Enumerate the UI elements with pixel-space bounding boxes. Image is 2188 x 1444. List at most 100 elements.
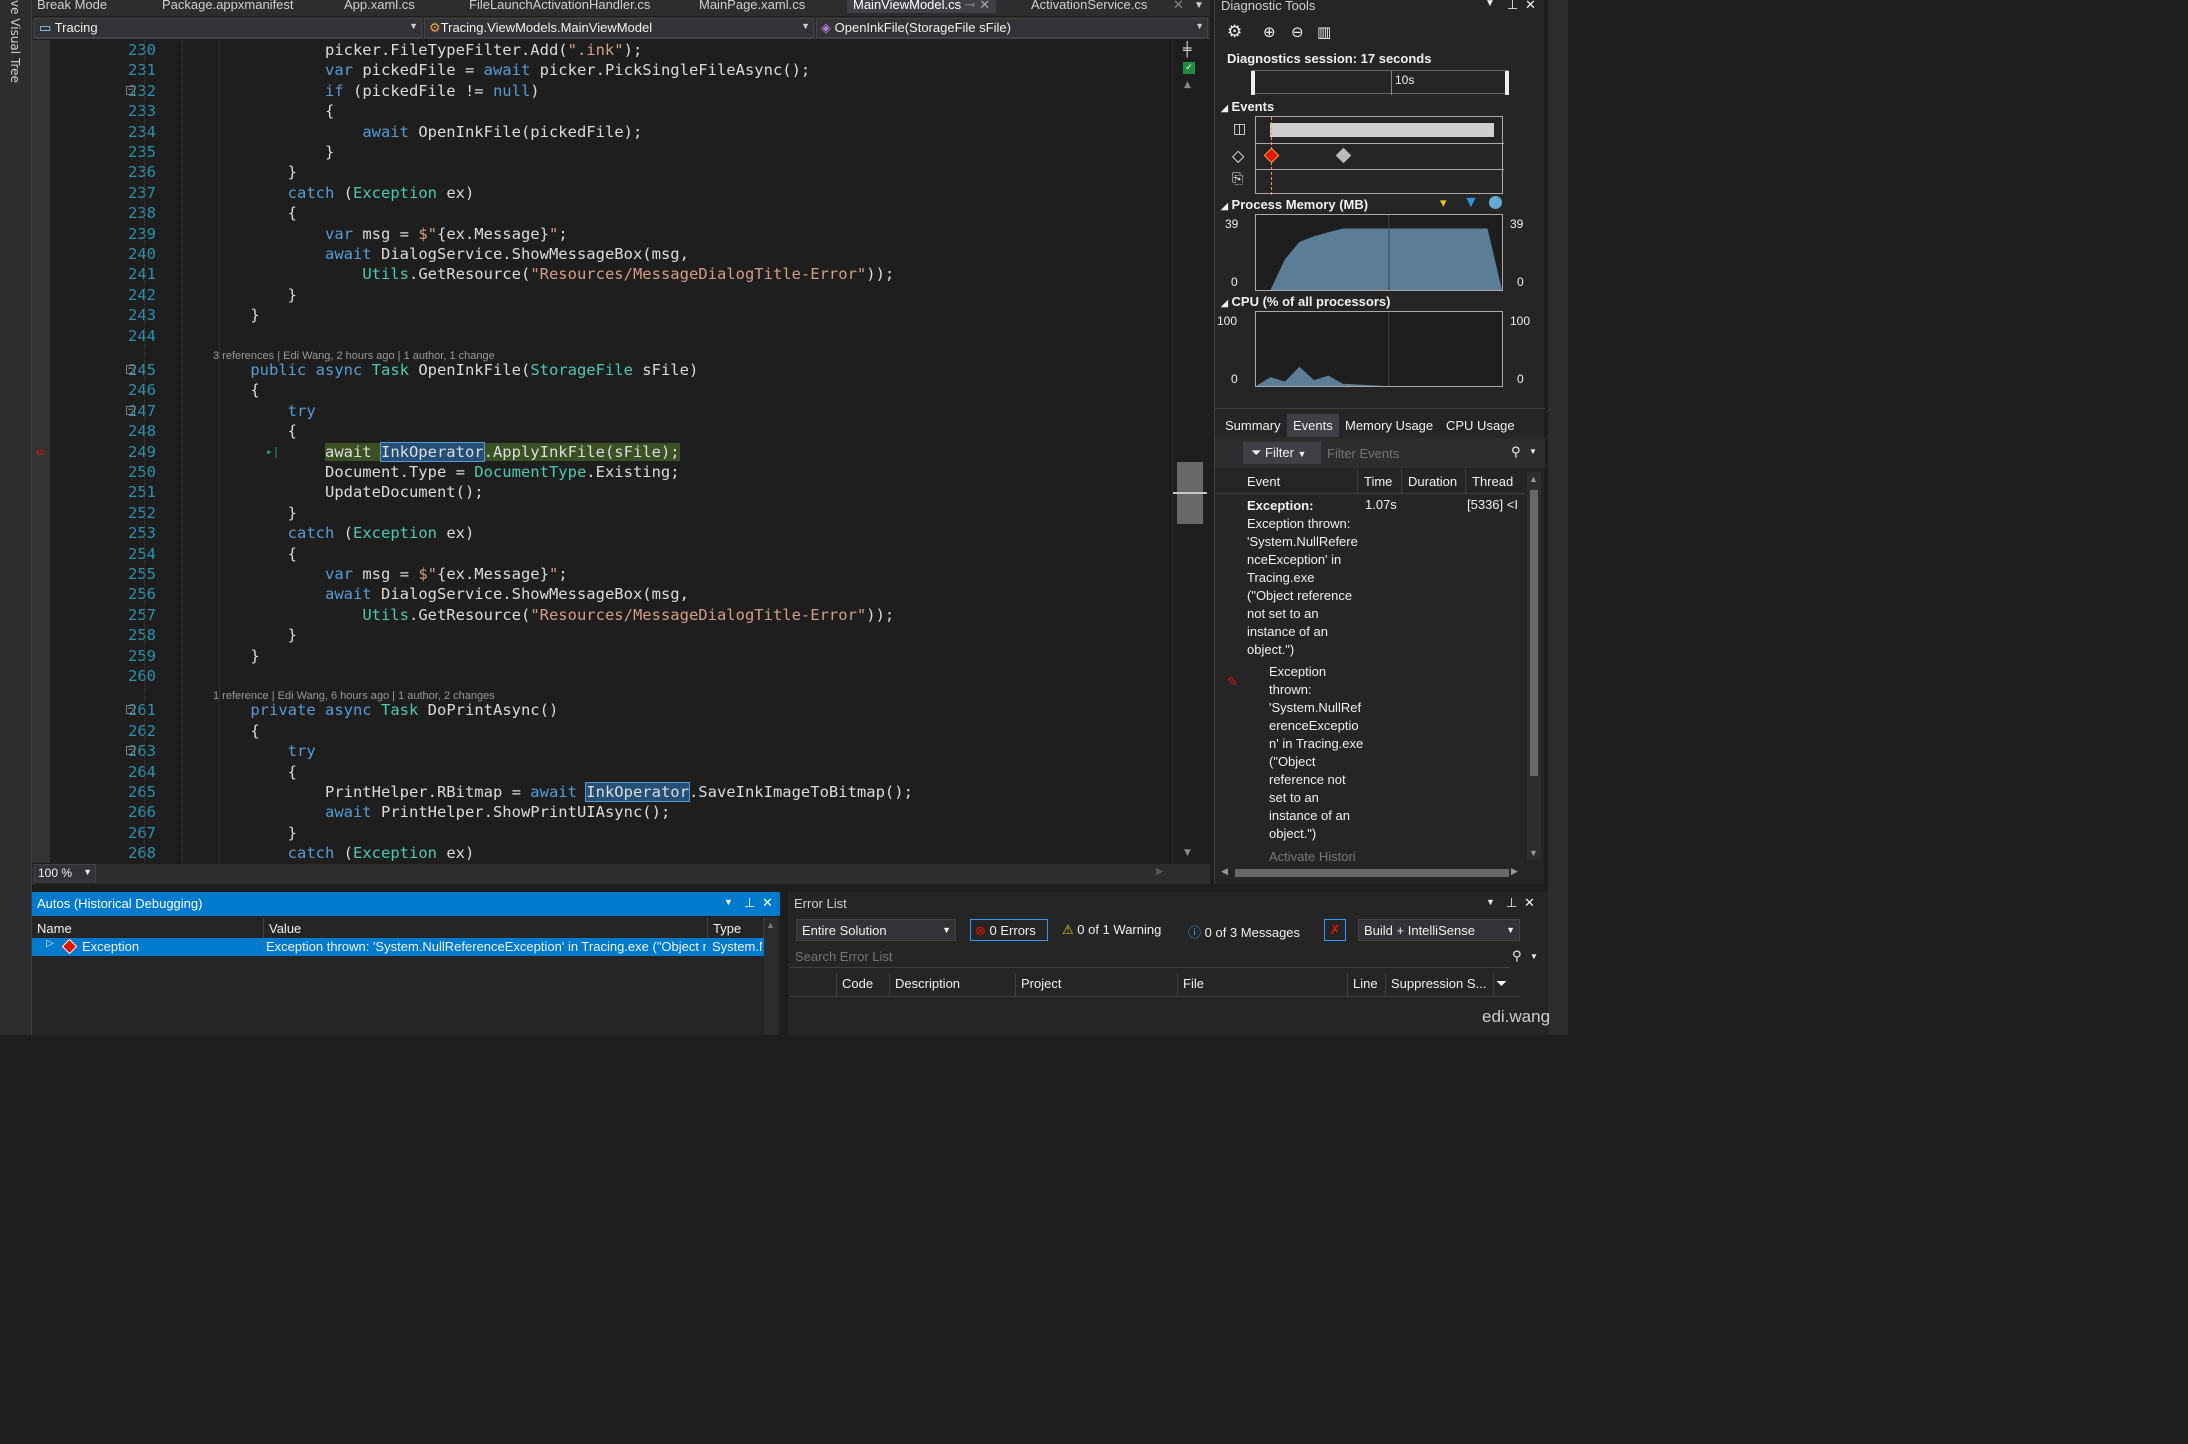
code-line[interactable]: 247− try	[32, 401, 1172, 421]
column-value[interactable]: Value	[264, 918, 708, 940]
code-line[interactable]: 231 var pickedFile = await picker.PickSi…	[32, 60, 1172, 80]
code-line[interactable]: 249 ▸| await InkOperator.ApplyInkFile(sFi…	[32, 441, 1172, 462]
scope-dropdown[interactable]: Entire Solution ▼	[796, 919, 956, 941]
column-line[interactable]: Line	[1348, 973, 1386, 997]
collapse-toggle-icon[interactable]: −	[126, 705, 135, 715]
code-line[interactable]: 255 var msg = $"{ex.Message}";	[32, 564, 1172, 584]
code-line[interactable]: 239 var msg = $"{ex.Message}";	[32, 224, 1172, 244]
collapse-toggle-icon[interactable]: −	[126, 85, 135, 95]
code-line[interactable]: 248 {	[32, 421, 1172, 441]
code-line[interactable]: 234 await OpenInkFile(pickedFile);	[32, 122, 1172, 142]
zoom-in-icon[interactable]: ⊕	[1263, 23, 1276, 41]
scroll-up-icon[interactable]: ▲	[1184, 80, 1191, 90]
scroll-right-icon[interactable]: ▶	[1156, 866, 1164, 877]
filter-events-input[interactable]	[1327, 442, 1527, 464]
tab-mainviewmodel-cs[interactable]: MainViewModel.cs ⊸ ✕	[847, 0, 997, 13]
autos-row-exception[interactable]: ▷ Exception Exception thrown: 'System.Nu…	[32, 938, 764, 956]
column-file[interactable]: File	[1178, 973, 1348, 997]
code-line[interactable]: 263− try	[32, 741, 1172, 761]
code-line[interactable]: 252 }	[32, 503, 1172, 523]
scrollbar-thumb[interactable]	[1235, 869, 1509, 877]
tab-activationservice-cs[interactable]: ActivationService.cs	[1031, 0, 1147, 12]
code-line[interactable]: 259 }	[32, 646, 1172, 666]
code-editor[interactable]: 230 picker.FileTypeFilter.Add(".ink"); 23…	[32, 40, 1172, 863]
code-line[interactable]: 241 Utils.GetResource("Resources/Message…	[32, 264, 1172, 284]
collapse-toggle-icon[interactable]: −	[126, 365, 135, 374]
code-line[interactable]: 262 {	[32, 721, 1172, 741]
code-line[interactable]: 246 {	[32, 380, 1172, 400]
timeline-start-handle[interactable]	[1251, 71, 1255, 95]
event-marker[interactable]	[1335, 147, 1352, 164]
search-icon[interactable]: ⚲	[1512, 948, 1522, 964]
scroll-down-icon[interactable]: ▼	[1529, 848, 1538, 858]
pin-icon[interactable]: ⊥	[1506, 895, 1517, 911]
timeline-end-handle[interactable]	[1505, 71, 1509, 95]
code-line[interactable]: 258 }	[32, 625, 1172, 645]
column-thread[interactable]: Thread	[1465, 470, 1519, 494]
search-icon[interactable]: ⚲	[1511, 444, 1521, 460]
tab-events[interactable]: Events	[1287, 414, 1339, 437]
timeline-ruler[interactable]: 10s	[1251, 70, 1509, 95]
code-line[interactable]: 243 }	[32, 305, 1172, 325]
project-dropdown[interactable]: ▭ Tracing ▼	[34, 18, 422, 38]
code-line[interactable]: 267 }	[32, 823, 1172, 843]
tab-overflow-dropdown-icon[interactable]: ▼	[1194, 0, 1204, 11]
scrollbar-thumb[interactable]	[1530, 490, 1538, 776]
code-line[interactable]: 237 catch (Exception ex)	[32, 183, 1172, 203]
filter-funnel-icon[interactable]: ⏷	[1496, 975, 1507, 992]
reset-view-icon[interactable]: ▥	[1317, 23, 1331, 41]
code-line[interactable]: 268 catch (Exception ex)	[32, 843, 1172, 863]
column-project[interactable]: Project	[1016, 973, 1178, 997]
code-line[interactable]: 256 await DialogService.ShowMessageBox(m…	[32, 584, 1172, 604]
clear-filter-icon[interactable]: ✗	[1324, 919, 1346, 941]
code-line[interactable]: 230 picker.FileTypeFilter.Add(".ink");	[32, 40, 1172, 60]
column-duration[interactable]: Duration	[1401, 470, 1463, 494]
exception-event-marker[interactable]	[1263, 147, 1280, 164]
tab-mainpage-xaml-cs[interactable]: MainPage.xaml.cs	[699, 0, 805, 12]
editor-vertical-scrollbar[interactable]: ╪ ✓ ▲ ▼	[1172, 40, 1208, 863]
panel-menu-icon[interactable]: ▼	[724, 897, 733, 907]
code-line[interactable]: 236 }	[32, 162, 1172, 182]
panel-menu-icon[interactable]: ▼	[1486, 897, 1495, 907]
column-code[interactable]: Code	[836, 973, 890, 997]
cpu-section-header[interactable]: ◢ CPU (% of all processors)	[1221, 294, 1390, 309]
cpu-graph[interactable]	[1255, 311, 1503, 387]
column-name[interactable]: Name	[32, 918, 264, 940]
search-options-icon[interactable]: ▼	[1529, 447, 1537, 456]
scroll-right-icon[interactable]: ▶	[1511, 866, 1518, 877]
scroll-down-icon[interactable]: ▼	[1184, 848, 1191, 858]
live-visual-tree-strip[interactable]: ve Visual Tree	[0, 0, 32, 1035]
indicator-margin[interactable]: ➪	[32, 40, 50, 863]
tab-memory-usage[interactable]: Memory Usage	[1345, 418, 1433, 433]
break-duration-bar[interactable]	[1270, 123, 1494, 137]
scroll-left-icon[interactable]: ◀	[1221, 866, 1228, 877]
class-dropdown[interactable]: ⚙Tracing.ViewModels.MainViewModel ▼	[424, 18, 814, 38]
column-time[interactable]: Time	[1357, 470, 1398, 494]
snapshot-icon[interactable]	[1489, 196, 1502, 209]
events-section-header[interactable]: ◢ Events	[1221, 99, 1274, 114]
search-error-list-input[interactable]	[790, 946, 1510, 968]
column-suppression-state[interactable]: Suppression S...	[1386, 973, 1494, 997]
split-icon[interactable]: ╪	[1183, 42, 1191, 58]
scroll-up-icon[interactable]: ▲	[1529, 474, 1538, 484]
collapse-toggle-icon[interactable]: −	[126, 405, 135, 415]
member-dropdown[interactable]: ◈ OpenInkFile(StorageFile sFile) ▼	[816, 18, 1208, 38]
live-visual-tree-label[interactable]: ve Visual Tree	[8, 0, 22, 83]
close-icon[interactable]: ✕	[979, 0, 990, 12]
code-line[interactable]: 266 await PrintHelper.ShowPrintUIAsync()…	[32, 802, 1172, 822]
tab-cpu-usage[interactable]: CPU Usage	[1446, 418, 1515, 433]
code-line[interactable]: 261− private async Task DoPrintAsync()	[32, 700, 1172, 720]
memory-section-header[interactable]: ◢ Process Memory (MB)	[1221, 197, 1368, 212]
code-line[interactable]: 253 catch (Exception ex)	[32, 523, 1172, 543]
collapse-toggle-icon[interactable]: −	[126, 746, 135, 756]
event-row-exception-2[interactable]: Exception thrown: 'System.NullRef erenceExc…	[1269, 663, 1379, 843]
code-line[interactable]: 260	[32, 666, 1172, 686]
code-line[interactable]: 244	[32, 326, 1172, 346]
pin-icon[interactable]: ⊥	[1507, 0, 1518, 13]
code-line[interactable]: 245− public async Task OpenInkFile(Stora…	[32, 360, 1172, 380]
column-type[interactable]: Type	[708, 918, 764, 940]
right-tool-strip[interactable]	[1548, 0, 1568, 1035]
code-line[interactable]: 233 {	[32, 101, 1172, 121]
events-vertical-scrollbar[interactable]: ▲ ▼	[1527, 472, 1541, 860]
close-icon[interactable]: ✕	[762, 895, 773, 911]
